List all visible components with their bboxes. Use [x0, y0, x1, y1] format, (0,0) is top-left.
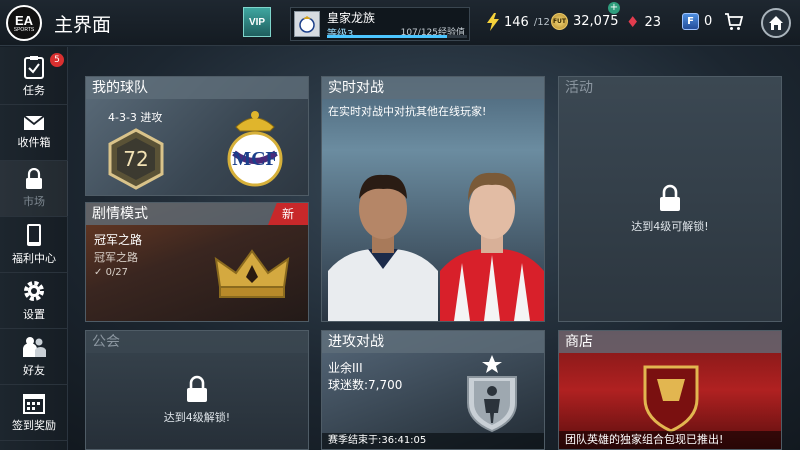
checkmark-icon: ✓ — [94, 267, 103, 278]
sidebar-item-inbox[interactable]: 收件箱 — [0, 105, 68, 161]
crown-icon — [214, 247, 290, 307]
calendar-icon — [23, 394, 45, 414]
gem-icon: ♦ — [626, 13, 640, 31]
sidebar-item-label: 福利中心 — [12, 252, 56, 265]
friends-icon — [23, 337, 46, 357]
story-chapter: 冠军之路 — [94, 233, 143, 247]
shop-emblem-icon — [639, 361, 703, 437]
gems-stat[interactable]: ♦ 23 — [626, 13, 661, 31]
fans-count: 球迷数:7,700 — [328, 378, 403, 392]
story-progress-value: 0/27 — [105, 267, 129, 278]
live-match-title: 实时对战 — [322, 77, 544, 99]
sidebar-item-label: 签到奖励 — [12, 419, 56, 432]
mail-icon — [23, 115, 45, 130]
sidebar-item-label: 设置 — [23, 308, 45, 321]
energy-max: /12 — [533, 16, 550, 28]
club-name: 皇家龙族 — [327, 11, 376, 25]
energy-stat[interactable]: 146/12 — [487, 13, 550, 31]
shop-title: 商店 — [559, 331, 781, 353]
guild-lock: 达到4级解锁! — [86, 331, 308, 449]
sidebar-item-welfare[interactable]: 福利中心 — [0, 217, 68, 273]
sidebar-item-checkin[interactable]: 签到奖励 — [0, 385, 68, 441]
fifa-points-value: 0 — [704, 14, 713, 29]
phone-icon — [27, 224, 41, 246]
sidebar: 5 任务 收件箱 市场 福利中心 设置 好友 签到奖励 — [0, 47, 68, 450]
live-match-subtitle: 在实时对战中对抗其他在线玩家! — [328, 105, 487, 118]
story-progress: ✓ 0/27 — [94, 267, 128, 278]
ea-sports-logo: EA SPORTS — [6, 5, 42, 41]
fifa-points-stat[interactable]: F 0 — [682, 13, 712, 30]
gear-icon — [24, 281, 44, 301]
events-tile[interactable]: 活动 达到4级可解锁! — [558, 76, 782, 322]
team-rating-value: 72 — [123, 147, 149, 171]
lightning-icon — [487, 13, 499, 31]
player-portrait-left — [328, 174, 438, 321]
live-match-tile[interactable]: 实时对战 在实时对战中对抗其他在线玩家! — [321, 76, 545, 322]
page-title: 主界面 — [54, 14, 112, 36]
shop-banner-text: 团队英雄的独家组合包现已推出! — [559, 431, 781, 449]
sidebar-item-label: 好友 — [23, 364, 45, 377]
attack-match-title: 进攻对战 — [322, 331, 544, 353]
club-crest-icon — [294, 11, 320, 37]
lock-icon — [660, 184, 680, 211]
coins-stat[interactable]: FUT 32,075 — [551, 13, 619, 30]
tasks-badge: 5 — [50, 53, 64, 67]
xp-progress-fill — [327, 35, 447, 38]
story-subchapter: 冠军之路 — [94, 251, 138, 264]
sidebar-item-label: 收件箱 — [17, 136, 51, 149]
lock-icon — [26, 168, 42, 189]
sidebar-item-settings[interactable]: 设置 — [0, 273, 68, 329]
sidebar-item-market[interactable]: 市场 — [0, 161, 68, 217]
lock-icon — [187, 375, 207, 402]
energy-value: 146 — [504, 14, 529, 30]
story-mode-tile[interactable]: 剧情模式 新 冠军之路 冠军之路 ✓ 0/27 — [85, 202, 309, 322]
ea-logo-text: EA — [14, 12, 34, 28]
home-button[interactable] — [761, 8, 791, 38]
sidebar-item-tasks[interactable]: 5 任务 — [0, 49, 68, 105]
top-bar: EA SPORTS 主界面 VIP 皇家龙族 等级3 107/125经验值 14… — [0, 0, 800, 46]
player-portrait-right — [440, 172, 544, 321]
sidebar-item-label: 任务 — [23, 84, 45, 97]
sidebar-item-friends[interactable]: 好友 — [0, 329, 68, 385]
home-icon — [769, 16, 783, 30]
club-crest-icon: MCF — [224, 107, 286, 191]
sidebar-item-label: 市场 — [23, 195, 45, 208]
season-end-timer: 赛季结束于:36:41:05 — [322, 433, 544, 449]
xp-progress-bar — [327, 35, 467, 38]
coins-value: 32,075 — [573, 14, 619, 29]
attack-match-tile[interactable]: 进攻对战 业余III 球迷数:7,700 赛季结束于:36:41:05 — [321, 330, 545, 450]
events-lock-text: 达到4级可解锁! — [631, 220, 709, 233]
guild-lock-text: 达到4级解锁! — [163, 411, 231, 424]
svg-text:MCF: MCF — [232, 148, 278, 170]
shop-tile[interactable]: 商店 团队英雄的独家组合包现已推出! — [558, 330, 782, 450]
fifa-points-icon: F — [682, 13, 699, 30]
formation-label: 4-3-3 进攻 — [108, 111, 163, 124]
vip-button[interactable]: VIP — [243, 7, 271, 37]
division-shield-icon — [462, 353, 522, 437]
events-lock: 达到4级可解锁! — [559, 77, 781, 321]
gems-value: 23 — [644, 14, 661, 30]
shopping-cart-icon[interactable] — [724, 12, 744, 36]
coin-icon: FUT — [551, 13, 568, 30]
clipboard-check-icon — [24, 56, 44, 79]
division-label: 业余III — [328, 361, 363, 375]
my-team-tile[interactable]: 我的球队 4-3-3 进攻 72 MCF — [85, 76, 309, 196]
team-rating: 72 — [104, 127, 168, 191]
club-info[interactable]: 皇家龙族 等级3 107/125经验值 — [290, 7, 470, 41]
guild-tile[interactable]: 公会 达到4级解锁! — [85, 330, 309, 450]
my-team-title: 我的球队 — [86, 77, 308, 99]
ea-logo-subtext: SPORTS — [13, 26, 35, 33]
